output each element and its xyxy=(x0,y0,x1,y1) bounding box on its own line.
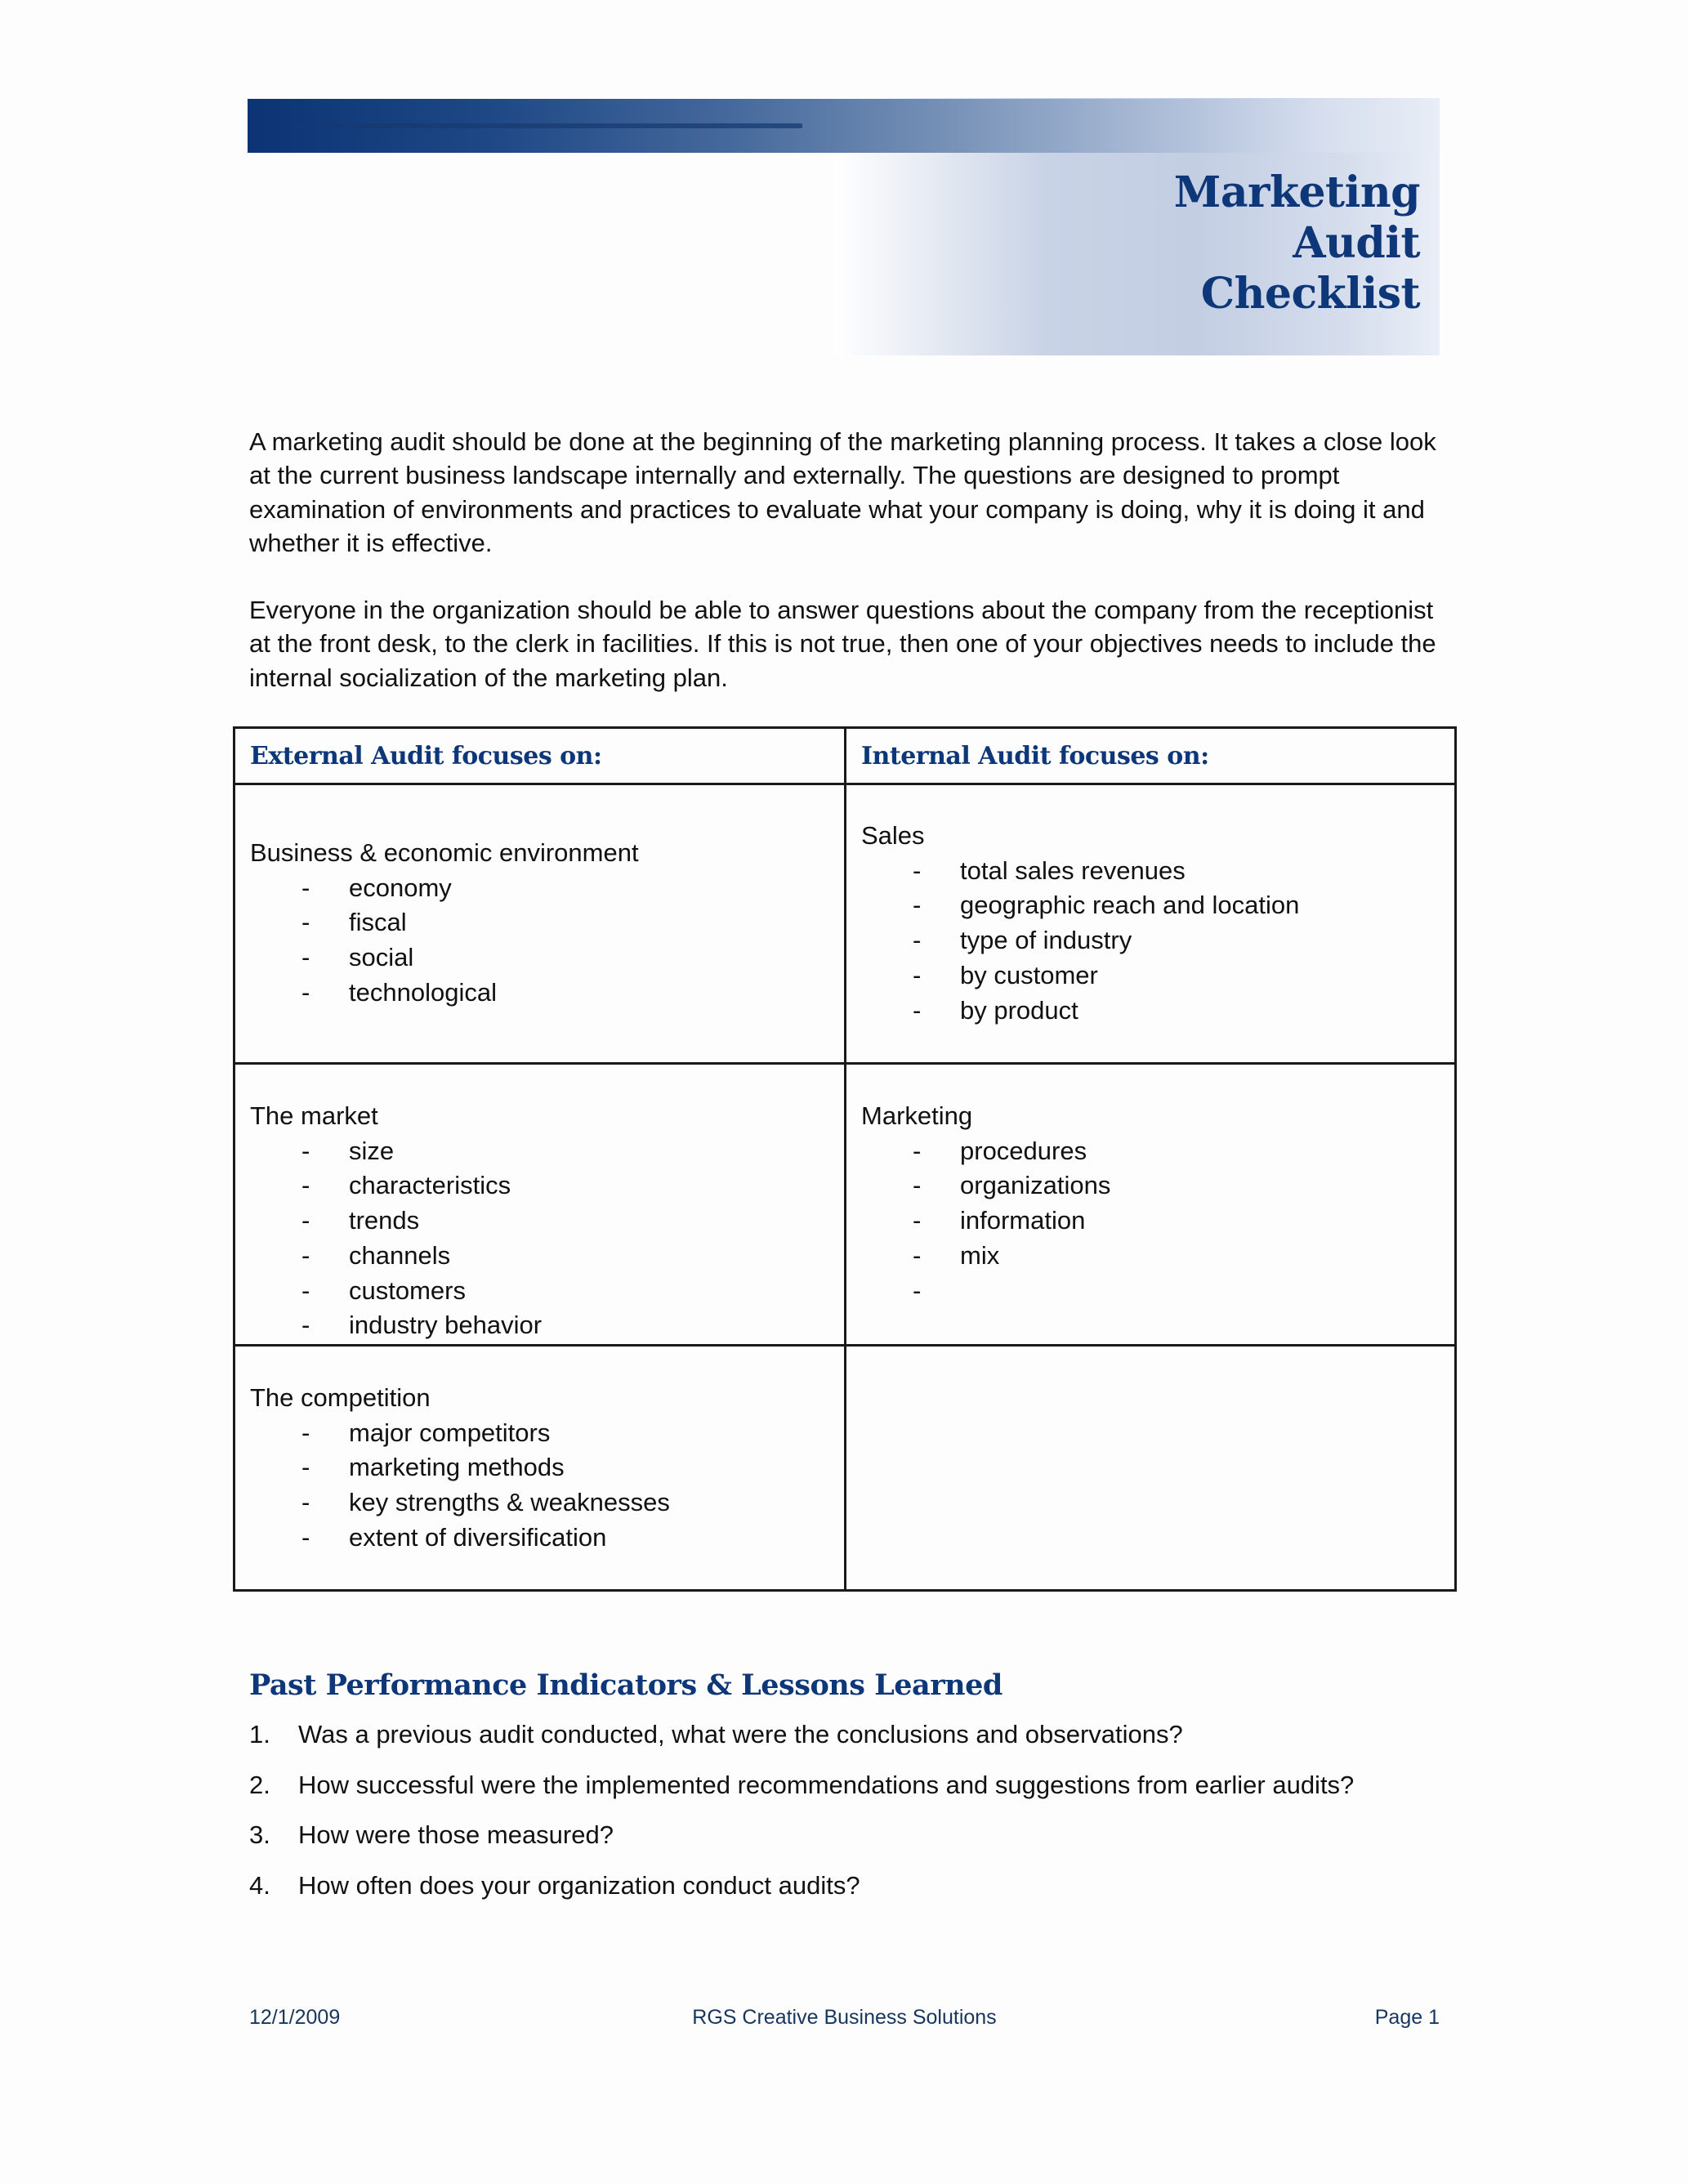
cell-heading: Marketing xyxy=(861,1101,973,1130)
external-cell: Business & economic environment - economy… xyxy=(233,783,846,1065)
table-row: The competition - major competitors - mark… xyxy=(233,1344,1457,1592)
dash-bullet: - xyxy=(913,855,922,885)
footer-page-number: Page 1 xyxy=(1374,2006,1440,2029)
dash-bullet: - xyxy=(913,1171,922,1200)
dash-bullet: - xyxy=(301,873,310,902)
list-item: - channels xyxy=(250,1239,844,1274)
external-audit-header: External Audit focuses on: xyxy=(233,726,846,785)
internal-cell: Marketing - procedures - organizations - in… xyxy=(844,1062,1457,1347)
list-item: - fiscal xyxy=(250,905,844,940)
list-item: - economy xyxy=(250,871,844,906)
list-item: - total sales revenues xyxy=(861,854,1454,889)
list-item: - information xyxy=(861,1204,1454,1239)
external-cell: The competition - major competitors - mark… xyxy=(233,1344,846,1592)
title-line: Marketing xyxy=(1173,167,1421,217)
question-number: 2. xyxy=(249,1770,270,1799)
bullet-list: - major competitors - marketing methods -k… xyxy=(250,1416,844,1556)
table-row: The market - size - characteristics - trend… xyxy=(233,1062,1457,1347)
bullet-list: - economy - fiscal - social - technological xyxy=(250,871,844,1011)
list-item: - procedures xyxy=(861,1134,1454,1169)
bullet-list: - procedures - organizations - information … xyxy=(861,1134,1454,1309)
table-row: Business & economic environment - economy… xyxy=(233,783,1457,1065)
cell-heading: The competition xyxy=(250,1383,431,1412)
list-item: - geographic reach and location xyxy=(861,888,1454,923)
question-item: 3. How were those measured? xyxy=(249,1820,1442,1871)
dash-bullet: - xyxy=(301,1488,310,1517)
dash-bullet: - xyxy=(301,1522,310,1552)
dash-bullet: - xyxy=(913,1240,922,1270)
dash-bullet: - xyxy=(913,926,922,955)
dash-bullet: - xyxy=(301,1206,310,1235)
list-item: - major competitors xyxy=(250,1416,844,1451)
dash-bullet: - xyxy=(301,1136,310,1165)
question-item: 2. How successful were the implemented re… xyxy=(249,1771,1442,1821)
document-title: Marketing Audit Checklist xyxy=(1173,167,1421,319)
dash-bullet: - xyxy=(913,1136,922,1165)
footer-company: RGS Creative Business Solutions xyxy=(692,2006,997,2029)
question-text: Was a previous audit conducted, what wer… xyxy=(298,1720,1183,1749)
internal-cell: Sales - total sales revenues - geographic … xyxy=(844,783,1457,1065)
list-item: - by customer xyxy=(861,958,1454,994)
dash-bullet: - xyxy=(301,1275,310,1305)
dash-bullet: - xyxy=(913,1275,922,1305)
list-item: - type of industry xyxy=(861,923,1454,958)
dash-bullet: - xyxy=(301,1311,310,1340)
dash-bullet: - xyxy=(913,891,922,920)
list-item: - characteristics xyxy=(250,1168,844,1204)
section-heading: Past Performance Indicators & Lessons Le… xyxy=(249,1668,1003,1702)
title-line: Checklist xyxy=(1200,269,1421,319)
header-banner-stripe xyxy=(278,123,802,128)
dash-bullet: - xyxy=(913,995,922,1025)
dash-bullet: - xyxy=(301,977,310,1007)
dash-bullet: - xyxy=(913,1206,922,1235)
dash-bullet: - xyxy=(301,1240,310,1270)
list-item: - industry behavior xyxy=(250,1308,844,1343)
list-item: - organizations xyxy=(861,1168,1454,1204)
table-header-row: External Audit focuses on: Internal Audi… xyxy=(233,726,1457,785)
question-text: How were those measured? xyxy=(298,1820,614,1849)
audit-focus-table: External Audit focuses on: Internal Audi… xyxy=(233,726,1457,1592)
page-footer: 12/1/2009 RGS Creative Business Solution… xyxy=(249,2006,1440,2039)
dash-bullet: - xyxy=(301,1171,310,1200)
internal-cell-empty xyxy=(844,1344,1457,1592)
list-item: - customers xyxy=(250,1274,844,1309)
internal-audit-header: Internal Audit focuses on: xyxy=(844,726,1457,785)
list-item: - size xyxy=(250,1134,844,1169)
list-item: - extent of diversification xyxy=(250,1521,844,1556)
question-number: 3. xyxy=(249,1820,270,1849)
dash-bullet: - xyxy=(301,908,310,937)
intro-paragraph: A marketing audit should be done at the … xyxy=(249,427,1436,557)
list-item: - key strengths & weaknesses xyxy=(250,1485,844,1521)
question-item: 1. Was a previous audit conducted, what w… xyxy=(249,1720,1442,1771)
bullet-list: - total sales revenues - geographic reach … xyxy=(861,854,1454,1029)
dash-bullet: - xyxy=(301,1418,310,1447)
bullet-list: - size - characteristics - trends - channels… xyxy=(250,1134,844,1343)
list-item: - marketing methods xyxy=(250,1450,844,1485)
dash-bullet: - xyxy=(301,943,310,972)
cell-heading: Sales xyxy=(861,821,925,850)
question-number: 4. xyxy=(249,1870,270,1900)
cell-heading: The market xyxy=(250,1101,378,1130)
list-item: - by product xyxy=(861,994,1454,1029)
intro-paragraph: Everyone in the organization should be a… xyxy=(249,596,1436,692)
question-text: How successful were the implemented reco… xyxy=(298,1770,1355,1799)
list-item-empty: - xyxy=(861,1274,1454,1309)
list-item: - mix xyxy=(861,1239,1454,1274)
dash-bullet: - xyxy=(913,960,922,989)
question-number: 1. xyxy=(249,1720,270,1749)
list-item: - technological xyxy=(250,976,844,1011)
question-list: 1. Was a previous audit conducted, what w… xyxy=(249,1720,1442,1921)
cell-heading: Business & economic environment xyxy=(250,838,639,867)
external-cell: The market - size - characteristics - trend… xyxy=(233,1062,846,1347)
list-item: - trends xyxy=(250,1204,844,1239)
question-text: How often does your organization conduct… xyxy=(298,1870,860,1900)
title-line: Audit xyxy=(1293,218,1420,268)
list-item: - social xyxy=(250,940,844,976)
question-item: 4. How often does your organization condu… xyxy=(249,1871,1442,1922)
dash-bullet: - xyxy=(301,1453,310,1482)
